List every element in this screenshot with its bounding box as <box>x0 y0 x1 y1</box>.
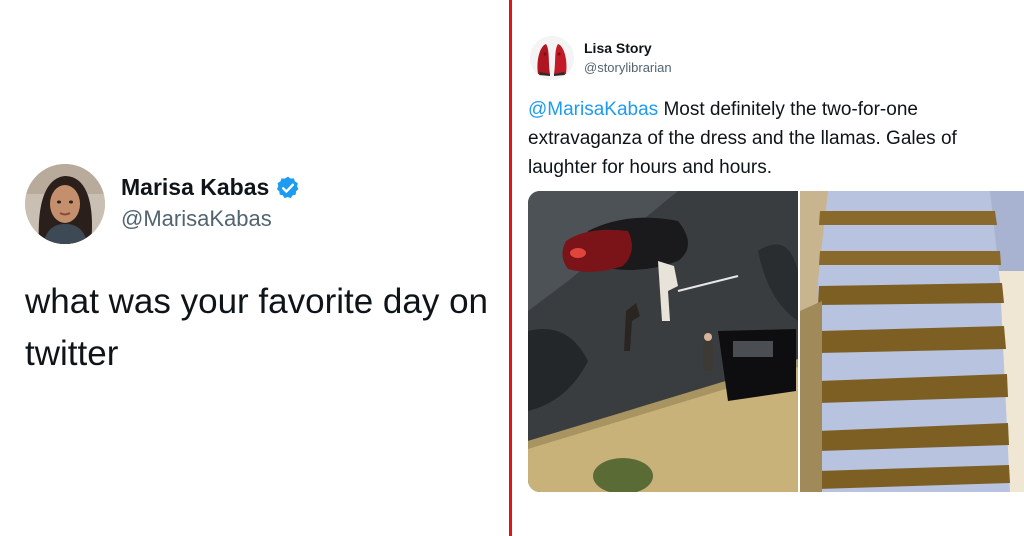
verified-badge-icon <box>275 175 301 201</box>
avatar[interactable] <box>530 36 574 80</box>
display-name-row[interactable]: Marisa Kabas <box>121 174 301 201</box>
tweet-text: what was your favorite day on twitter <box>25 282 489 373</box>
avatar[interactable] <box>25 164 105 244</box>
right-tweet: Lisa Story @storylibrarian @MarisaKabas … <box>512 0 1024 536</box>
tweet-text: @MarisaKabas Most definitely the two-for… <box>528 95 1020 182</box>
handle[interactable]: @storylibrarian <box>584 60 672 75</box>
left-tweet: Marisa Kabas @MarisaKabas what was your … <box>0 0 508 536</box>
media-grid <box>528 191 1024 492</box>
llama-photo[interactable] <box>528 191 798 492</box>
handle[interactable]: @MarisaKabas <box>121 206 272 232</box>
display-name[interactable]: Marisa Kabas <box>121 174 269 201</box>
display-name[interactable]: Lisa Story <box>584 40 652 56</box>
dress-photo[interactable] <box>800 191 1024 492</box>
mention-link[interactable]: @MarisaKabas <box>528 99 658 120</box>
